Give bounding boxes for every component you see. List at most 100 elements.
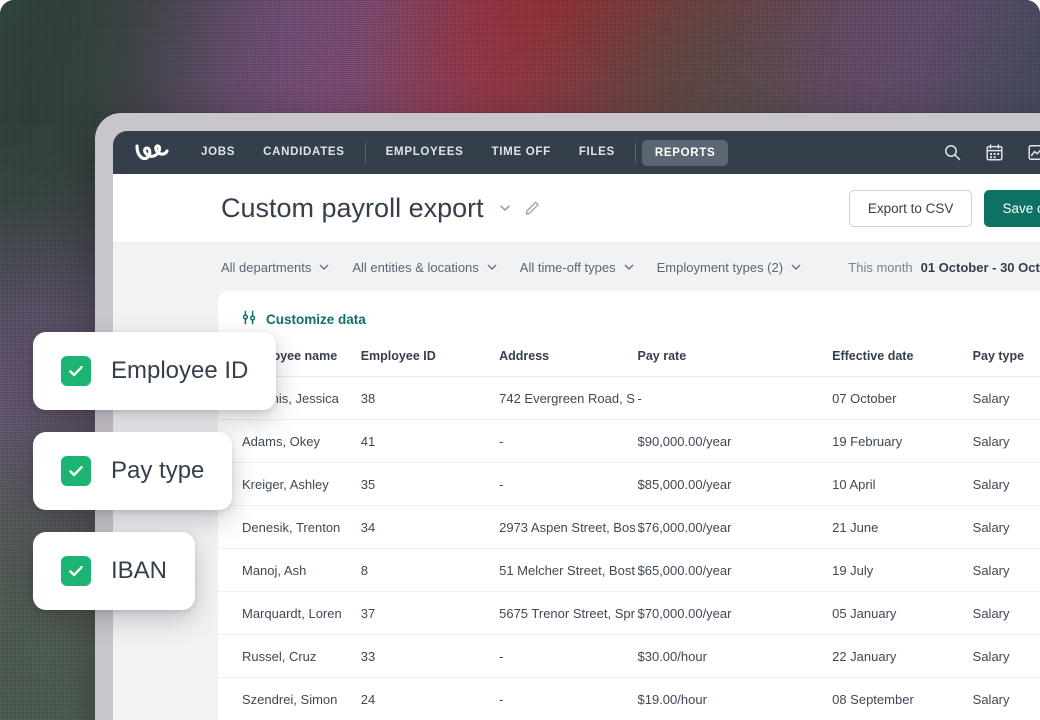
page-header: Custom payroll export Export to CSV Save… (113, 174, 1040, 243)
cell-pay-rate: - (637, 376, 833, 420)
nav-divider (634, 142, 636, 163)
search-icon[interactable] (942, 143, 962, 163)
nav-icon-group (942, 143, 1040, 163)
cell-pay-rate: $85,000.00/year (637, 462, 833, 506)
cell-pay-type: Salary (972, 376, 1040, 420)
cell-pay-type: Salary (972, 677, 1040, 720)
chevron-down-icon (624, 264, 633, 270)
customize-data-label: Customize data (266, 311, 366, 327)
cell-employee-name: Adams, Okey (218, 419, 361, 463)
cell-employee-id: 41 (360, 419, 500, 463)
cell-pay-rate: $19.00/hour (637, 677, 833, 720)
cell-effective-date: 22 January (832, 634, 973, 678)
export-to-csv-button[interactable]: Export to CSV (848, 189, 973, 227)
filter-label: All entities & locations (352, 259, 479, 275)
field-card-label: Employee ID (111, 357, 249, 384)
save-changes-button[interactable]: Save changes (984, 189, 1040, 227)
checkbox-checked-icon[interactable] (61, 356, 91, 386)
wave-logo-icon[interactable] (131, 140, 173, 166)
table-card: Customize data Employee name Employee ID… (218, 291, 1040, 720)
content-area: All departments All entities & locations… (113, 243, 1040, 720)
table-row[interactable]: Marquardt, Loren 37 5675 Trenor Street, … (218, 591, 1040, 635)
table-row[interactable]: Denesik, Trenton 34 2973 Aspen Street, B… (218, 505, 1040, 549)
nav-divider (364, 142, 366, 163)
filter-label: Employment types (2) (656, 259, 784, 275)
payroll-table: Employee name Employee ID Address Pay ra… (218, 345, 1040, 720)
cell-employee-id: 33 (360, 634, 500, 678)
cell-effective-date: 19 July (832, 548, 973, 592)
cell-pay-rate: $76,000.00/year (637, 505, 833, 549)
top-navbar: JOBS CANDIDATES EMPLOYEES TIME OFF FILES… (113, 131, 1040, 174)
filter-employment-types[interactable]: Employment types (2) (657, 260, 802, 275)
nav-item-jobs[interactable]: JOBS (187, 131, 249, 174)
column-header-effective-date[interactable]: Effective date (832, 345, 973, 377)
cell-address: 2973 Aspen Street, Bos (499, 505, 638, 549)
date-range-filter[interactable]: This month 01 October - 30 October (848, 260, 1040, 275)
table-row[interactable]: Simonis, Jessica 38 742 Evergreen Road, … (218, 376, 1040, 420)
checkbox-checked-icon[interactable] (61, 456, 91, 486)
cell-address: - (499, 419, 638, 463)
cell-pay-type: Salary (972, 462, 1040, 506)
table-row[interactable]: Kreiger, Ashley 35 - $85,000.00/year 10 … (218, 462, 1040, 506)
cell-pay-type: Salary (972, 634, 1040, 678)
table-head: Employee name Employee ID Address Pay ra… (218, 345, 1040, 377)
cell-effective-date: 07 October (832, 376, 973, 420)
cell-effective-date: 19 February (832, 419, 973, 463)
chevron-down-icon (487, 264, 497, 270)
cell-employee-name: Manoj, Ash (218, 548, 361, 592)
filter-time-off-types[interactable]: All time-off types (520, 260, 635, 275)
filter-label: All time-off types (519, 259, 616, 275)
column-header-employee-id[interactable]: Employee ID (360, 345, 500, 377)
table-row[interactable]: Russel, Cruz 33 - $30.00/hour 22 January… (218, 634, 1040, 678)
cell-employee-name: Russel, Cruz (218, 634, 361, 678)
field-card-pay-type[interactable]: Pay type (33, 432, 233, 510)
field-card-employee-id[interactable]: Employee ID (33, 332, 277, 410)
cell-pay-rate: $70,000.00/year (637, 591, 833, 635)
filter-label: All departments (221, 259, 312, 275)
nav-item-files[interactable]: FILES (565, 131, 629, 174)
table-row[interactable]: Szendrei, Simon 24 - $19.00/hour 08 Sept… (218, 677, 1040, 720)
column-header-pay-type[interactable]: Pay type (972, 345, 1040, 377)
cell-employee-id: 8 (360, 548, 500, 592)
date-range-value: 01 October - 30 October (920, 259, 1040, 275)
cell-pay-rate: $90,000.00/year (637, 419, 833, 463)
sliders-icon (242, 310, 257, 328)
pencil-icon[interactable] (524, 200, 541, 217)
cell-employee-id: 38 (360, 376, 500, 420)
cell-employee-id: 24 (360, 677, 500, 720)
column-header-pay-rate[interactable]: Pay rate (637, 345, 833, 377)
nav-item-time-off[interactable]: TIME OFF (478, 131, 565, 174)
table-row[interactable]: Manoj, Ash 8 51 Melcher Street, Bost $65… (218, 548, 1040, 592)
cell-pay-rate: $65,000.00/year (637, 548, 833, 592)
calendar-icon[interactable] (984, 143, 1004, 163)
chevron-down-icon (791, 264, 801, 270)
cell-employee-name: Denesik, Trenton (218, 505, 361, 549)
cell-address: 51 Melcher Street, Bost (499, 548, 638, 592)
table-header-row: Employee name Employee ID Address Pay ra… (218, 345, 1040, 377)
cell-pay-type: Salary (972, 419, 1040, 463)
filter-bar: All departments All entities & locations… (113, 243, 1040, 291)
table-row[interactable]: Adams, Okey 41 - $90,000.00/year 19 Febr… (218, 419, 1040, 463)
nav-item-employees[interactable]: EMPLOYEES (372, 131, 478, 174)
cell-employee-name: Marquardt, Loren (218, 591, 361, 635)
filter-entities-locations[interactable]: All entities & locations (352, 260, 497, 275)
checkbox-checked-icon[interactable] (61, 556, 91, 586)
cell-employee-id: 35 (360, 462, 500, 506)
cell-employee-id: 37 (360, 591, 500, 635)
chevron-down-icon (319, 264, 329, 270)
cell-address: 5675 Trenor Street, Spr (499, 591, 638, 635)
report-chart-icon[interactable] (1026, 143, 1040, 163)
field-card-label: Pay type (111, 457, 205, 484)
cell-pay-rate: $30.00/hour (637, 634, 833, 678)
filter-all-departments[interactable]: All departments (221, 260, 330, 275)
cell-effective-date: 10 April (832, 462, 973, 506)
column-header-address[interactable]: Address (499, 345, 638, 377)
nav-item-reports[interactable]: REPORTS (641, 139, 729, 166)
cell-address: - (499, 677, 638, 720)
nav-item-candidates[interactable]: CANDIDATES (249, 131, 359, 174)
field-card-iban[interactable]: IBAN (33, 532, 196, 610)
date-range-label: This month (848, 259, 913, 275)
chevron-down-icon[interactable] (498, 201, 512, 215)
cell-address: - (499, 462, 638, 506)
page-title: Custom payroll export (221, 192, 484, 223)
